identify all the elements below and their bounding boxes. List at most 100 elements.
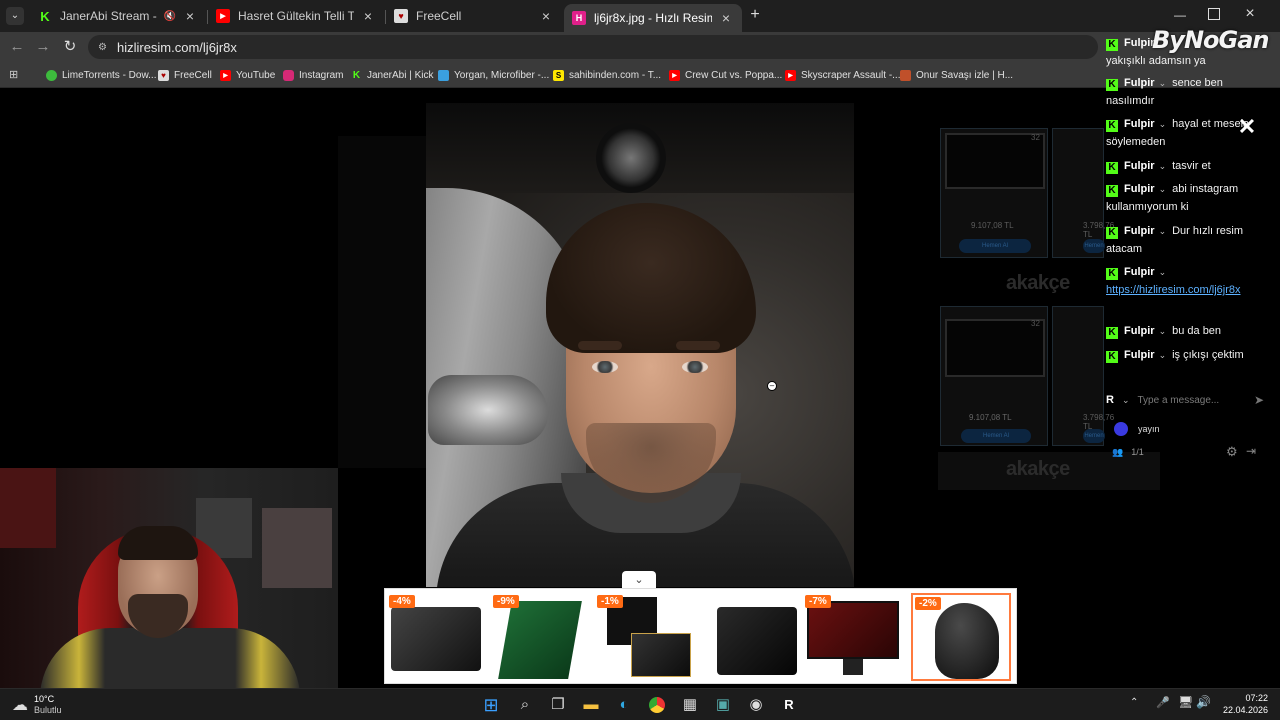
ad-item-psu-850w[interactable]: -1%	[595, 593, 695, 681]
kick-badge-icon: K	[1106, 268, 1118, 280]
mouse-image	[935, 603, 999, 679]
windows-start-icon[interactable]: ⊞	[480, 694, 502, 716]
site-settings-icon[interactable]: ⚙	[98, 42, 107, 53]
right-eyebrow	[676, 341, 720, 350]
chevron-down-icon[interactable]: ⌄	[1122, 395, 1130, 406]
bookmark-yorgan[interactable]: Yorgan, Microfiber -...	[438, 67, 549, 83]
gear-icon[interactable]: ⚙	[1226, 444, 1238, 460]
tab-hizliresim[interactable]: H lj6jr8x.jpg - Hızlı Resim ×	[564, 4, 742, 32]
chat-text: iş çıkışı çektim	[1172, 349, 1244, 361]
ad-item-psu[interactable]: -4%	[387, 593, 487, 681]
shop-icon	[438, 69, 449, 81]
youtube-icon: ▶	[220, 69, 231, 81]
clock[interactable]: 07:22 22.04.2026	[1212, 692, 1268, 716]
search-icon[interactable]: ⌕	[514, 694, 536, 716]
task-view-icon[interactable]: ❐	[547, 694, 569, 716]
bookmark-crewcut[interactable]: ▶ Crew Cut vs. Poppa...	[669, 67, 782, 83]
weather-desc: Bulutlu	[34, 705, 62, 715]
tab-search-button[interactable]: ⌄	[6, 7, 24, 25]
zoom-out-cursor-icon: –	[767, 381, 777, 391]
tab-close-icon[interactable]: ×	[182, 8, 198, 24]
tab-close-icon[interactable]: ×	[538, 8, 554, 24]
chevron-down-icon: ⌄	[1158, 78, 1167, 88]
show-hidden-icons[interactable]: ⌃	[1130, 697, 1138, 708]
ad-product-card[interactable]: 32 9.107,08 TL Hemen Al	[940, 306, 1048, 446]
viewed-photo[interactable]	[426, 103, 854, 587]
address-bar[interactable]: ⚙ hizliresim.com/lj6jr8x	[88, 35, 1098, 59]
wall-poster	[262, 508, 332, 588]
app-icon[interactable]: ▣	[712, 694, 734, 716]
close-icon[interactable]: ✕	[1236, 116, 1258, 138]
edge-icon[interactable]: ◐	[613, 694, 635, 716]
psu-image	[631, 633, 691, 677]
forward-icon[interactable]: →	[34, 38, 52, 56]
monitor-size-label: 32	[1031, 133, 1040, 142]
bookmark-instagram[interactable]: Instagram	[283, 67, 343, 83]
tab-close-icon[interactable]: ×	[718, 10, 734, 26]
limetorrents-icon	[46, 69, 57, 81]
ad-item-ram[interactable]: -9%	[491, 593, 591, 681]
network-icon[interactable]: 🖥	[1178, 695, 1193, 709]
ad-item-mouse[interactable]: -2%	[911, 593, 1011, 681]
collapse-ad-button[interactable]: ⌄	[622, 571, 656, 589]
youtube-icon: ▶	[669, 69, 680, 81]
microphone-icon[interactable]: 🎤	[1156, 696, 1170, 709]
tab-close-icon[interactable]: ×	[360, 8, 376, 24]
bookmark-youtube[interactable]: ▶ YouTube	[220, 67, 275, 83]
minimize-icon[interactable]: —	[1172, 8, 1188, 24]
chat-link[interactable]: https://hizliresim.com/lj6jr8x	[1106, 284, 1240, 296]
chevron-down-icon: ⌄	[1158, 119, 1167, 129]
ad-item-psu-modular[interactable]	[699, 593, 799, 681]
chevron-down-icon: ⌄	[1158, 184, 1167, 194]
reload-icon[interactable]: ↻	[61, 38, 79, 56]
bookmark-skyscraper[interactable]: ▶ Skyscraper Assault -...	[785, 67, 900, 83]
ram-image	[498, 601, 582, 679]
tab-title: FreeCell	[416, 9, 462, 23]
new-tab-button[interactable]: +	[746, 6, 764, 24]
left-eyebrow	[578, 341, 622, 350]
bookmark-limetorrents[interactable]: LimeTorrents - Dow...	[46, 67, 156, 83]
ad-product-card[interactable]: 3.798,76 TL Hemen Al	[1052, 306, 1114, 446]
apps-grid-icon[interactable]: ⊞	[9, 69, 21, 81]
bookmark-freecell[interactable]: ♥ FreeCell	[158, 67, 212, 83]
chat-username: Fulpir	[1124, 77, 1155, 89]
chat-message: K Fulpir ⌄ bu da ben	[1106, 322, 1256, 340]
obs-icon[interactable]: ◉	[745, 694, 767, 716]
buy-now-button[interactable]: Hemen Al	[959, 239, 1031, 253]
discount-badge: -4%	[389, 595, 415, 608]
app-r-icon[interactable]: R	[778, 694, 800, 716]
right-eye	[682, 361, 708, 373]
weather-widget[interactable]: ☁ 10°C Bulutlu	[12, 691, 62, 719]
buy-now-button[interactable]: Hemen Al	[961, 429, 1031, 443]
ad-product-card[interactable]: 32 9.107,08 TL Hemen Al	[940, 128, 1048, 258]
chat-message: K Fulpir ⌄ https://hizliresim.com/lj6jr8x	[1106, 263, 1256, 299]
chrome-icon[interactable]	[646, 694, 668, 716]
store-icon[interactable]: ▦	[679, 694, 701, 716]
chat-input[interactable]: R ⌄ Type a message... ➤	[1106, 391, 1264, 409]
maximize-icon[interactable]	[1208, 8, 1220, 20]
buy-now-button[interactable]: Hemen Al	[1083, 239, 1105, 253]
bookmark-onursavasi[interactable]: Onur Savaşı izle | H...	[900, 67, 1013, 83]
back-icon[interactable]: ←	[8, 38, 26, 56]
bookmark-sahibinden[interactable]: Ssahibinden.com - T...	[553, 67, 661, 83]
chat-username: Fulpir	[1124, 37, 1155, 49]
tab-freecell[interactable]: ♥ FreeCell ×	[386, 4, 562, 28]
close-window-icon[interactable]: ×	[1242, 6, 1258, 22]
kick-badge-icon: K	[1106, 39, 1118, 51]
left-eye	[592, 361, 618, 373]
send-icon[interactable]: ➤	[1254, 393, 1264, 407]
ad-product-card[interactable]: 3.798,76 TL Hemen Al	[1052, 128, 1114, 258]
tab-janerabi[interactable]: K JanerAbi Stream - Watch Li 🔇 ×	[30, 4, 206, 28]
muted-speaker-icon[interactable]: 🔇	[164, 11, 176, 22]
buy-now-button[interactable]: Hemen Al	[1083, 429, 1105, 443]
bookmark-kick[interactable]: K JanerAbi | Kick	[351, 67, 434, 83]
tab-youtube[interactable]: ▶ Hasret Gültekin Telli Turnam - Y ×	[208, 4, 384, 28]
chat-username: Fulpir	[1124, 349, 1155, 361]
sahibinden-icon: S	[553, 69, 564, 81]
popout-icon[interactable]: ⇥	[1246, 444, 1256, 458]
ad-item-monitor[interactable]: -7%	[803, 593, 903, 681]
file-explorer-icon[interactable]: ▬	[580, 694, 602, 716]
volume-icon[interactable]: 🔊	[1196, 695, 1211, 709]
ad-price: 9.107,08 TL	[969, 413, 1012, 422]
cloud-icon: ☁	[12, 697, 28, 714]
